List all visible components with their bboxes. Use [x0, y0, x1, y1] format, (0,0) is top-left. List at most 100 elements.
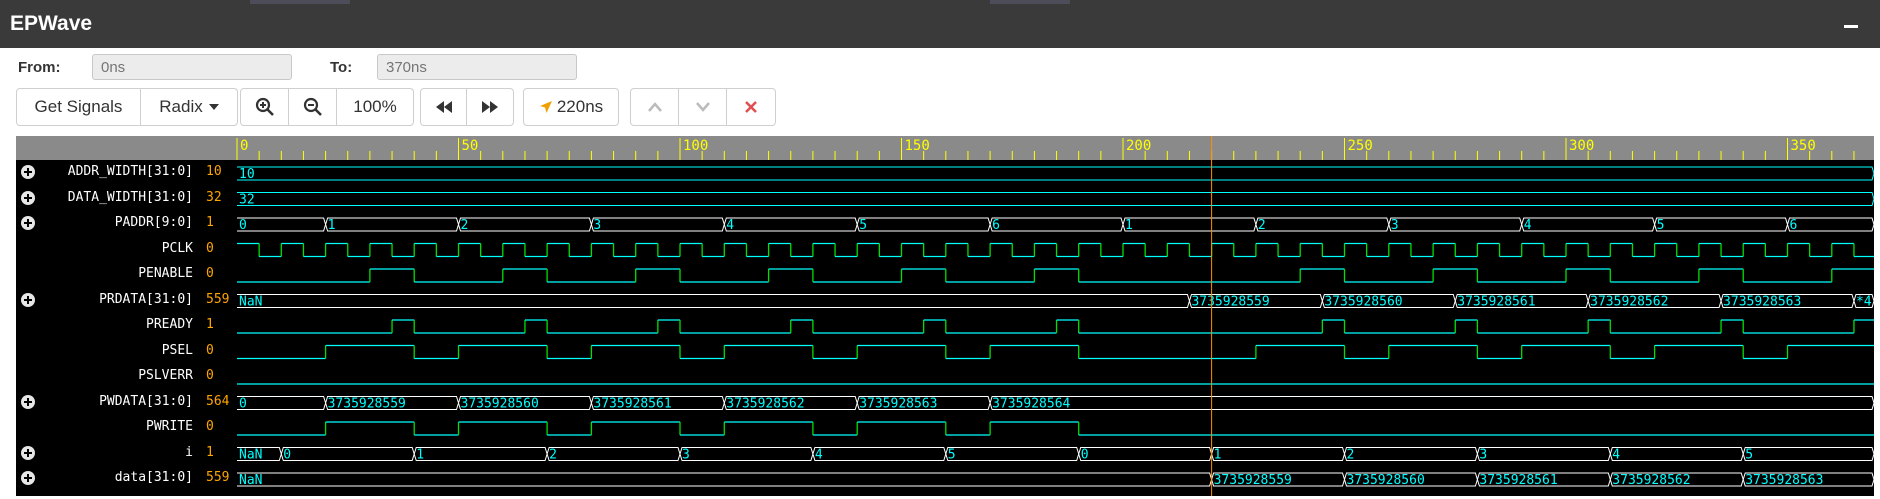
caret-down-icon: [208, 104, 219, 110]
bus-value-label: 6: [1790, 218, 1798, 233]
bus-value-label: 4: [1612, 448, 1620, 463]
scroll-left-button[interactable]: [421, 89, 467, 125]
bus-value-label: 0: [283, 448, 291, 463]
bus-segment: [280, 447, 415, 461]
zoom-level[interactable]: 100%: [337, 89, 413, 125]
bus-segment: [1521, 217, 1656, 232]
bus-value-label: 2: [549, 448, 557, 463]
bus-segment: [679, 447, 814, 461]
ruler-label: 300: [1569, 138, 1594, 154]
bus-segment: [856, 217, 991, 232]
remove-signal-button[interactable]: [727, 89, 775, 125]
zoom-out-button[interactable]: [289, 89, 337, 125]
bus-value-label: 3735928562: [726, 397, 804, 412]
bus-value-label: 3735928564: [992, 397, 1070, 412]
bus-segment: [413, 447, 548, 461]
bus-segment: [989, 396, 1874, 410]
bus-value-label: 6: [992, 218, 1000, 233]
bus-value-label: 3735928559: [328, 397, 406, 412]
bus-value-label: 1: [1214, 448, 1222, 463]
navigation-button-group: [420, 88, 514, 126]
bus-segment: [1343, 447, 1478, 461]
bus-segment: [1078, 447, 1213, 461]
ruler-label: 50: [462, 138, 479, 154]
bus-segment: [1388, 217, 1523, 232]
bus-segment: [1609, 447, 1744, 461]
move-down-button[interactable]: [679, 89, 727, 125]
waveform-canvas[interactable]: 0 50 100 150 200 250 300 35010320 1 2 3 4 5 6 1 2 3 4 5 6Na…: [16, 136, 1874, 496]
from-input[interactable]: [92, 54, 292, 80]
location-arrow-icon: [539, 101, 552, 113]
bus-value-label: 0: [239, 218, 247, 233]
toolbar: Get Signals Radix 100% 220ns: [0, 88, 1880, 128]
waveform-viewer: ADDR_WIDTH[31:0] 10 DATA_WIDTH[31:0] 32 PADD…: [16, 136, 1874, 496]
bus-value-label: 3735928561: [593, 397, 671, 412]
scroll-right-button[interactable]: [467, 89, 513, 125]
bus-segment: [237, 166, 1874, 181]
bus-segment: [237, 192, 1874, 206]
bus-segment: [1211, 447, 1346, 461]
bus-value-label: 3735928560: [1347, 473, 1425, 488]
ruler-label: 200: [1126, 138, 1151, 154]
bus-value-label: NaN: [239, 295, 262, 310]
bus-segment: [237, 396, 327, 410]
bus-segment: [1122, 217, 1257, 232]
bus-segment: [723, 217, 858, 232]
bus-value-label: 3735928560: [1324, 295, 1402, 310]
zoom-in-button[interactable]: [241, 89, 289, 125]
move-up-button[interactable]: [631, 89, 679, 125]
time-range-bar: From: To:: [0, 48, 1880, 86]
bus-value-label: 3: [682, 448, 690, 463]
zoom-in-icon: [255, 97, 274, 116]
bus-value-label: 2: [1258, 218, 1266, 233]
bus-value-label: 10: [239, 167, 255, 182]
bus-value-label: 0: [1081, 448, 1089, 463]
ruler-label: 350: [1791, 138, 1816, 154]
bus-value-label: 2: [1347, 448, 1355, 463]
radix-dropdown[interactable]: Radix: [141, 89, 237, 125]
bus-value-label: 32: [239, 193, 255, 208]
bus-value-label: 3735928562: [1590, 295, 1668, 310]
radix-label: Radix: [159, 97, 203, 116]
bus-value-label: 5: [1745, 448, 1753, 463]
cursor-time-label: 220ns: [556, 97, 604, 116]
bus-segment: [812, 447, 947, 461]
signal-edit-button-group: [630, 88, 776, 126]
bus-value-label: NaN: [239, 448, 262, 463]
bus-segment: [989, 217, 1124, 232]
bus-segment: [1654, 217, 1789, 232]
ruler-label: 250: [1348, 138, 1373, 154]
bus-value-label: 2: [461, 218, 469, 233]
bus-value-label: 3735928563: [1723, 295, 1801, 310]
cursor-button-group: 220ns: [523, 88, 619, 126]
bus-segment: [546, 447, 681, 461]
app-title: EPWave: [10, 12, 93, 35]
get-signals-button[interactable]: Get Signals: [17, 89, 141, 125]
bus-value-label: 3735928560: [461, 397, 539, 412]
bus-value-label: 3: [1479, 448, 1487, 463]
close-icon: [745, 101, 757, 113]
bus-value-label: 3735928561: [1479, 473, 1557, 488]
ruler-label: 0: [240, 138, 248, 154]
bus-value-label: 3735928562: [1612, 473, 1690, 488]
cursor-time-button[interactable]: 220ns: [524, 89, 618, 125]
bus-value-label: 5: [948, 448, 956, 463]
bus-value-label: 3735928563: [1745, 473, 1823, 488]
zoom-out-icon: [303, 97, 322, 116]
bus-segment: [1476, 447, 1611, 461]
ruler-label: 100: [683, 138, 708, 154]
bus-value-label: NaN: [239, 473, 262, 488]
bus-value-label: 3735928559: [1214, 473, 1292, 488]
to-input[interactable]: [377, 54, 577, 80]
from-label: From:: [18, 59, 61, 76]
bus-segment: [1786, 217, 1874, 232]
bus-value-label: 0: [239, 397, 247, 412]
bus-value-label: 4: [726, 218, 734, 233]
fast-backward-icon: [435, 101, 452, 113]
signals-button-group: Get Signals Radix: [16, 88, 238, 126]
minimize-icon[interactable]: [1844, 14, 1858, 28]
bus-value-label: 4: [1524, 218, 1532, 233]
bus-value-label: 1: [416, 448, 424, 463]
top-edge-strip: [990, 0, 1070, 4]
title-bar: EPWave: [0, 0, 1880, 48]
